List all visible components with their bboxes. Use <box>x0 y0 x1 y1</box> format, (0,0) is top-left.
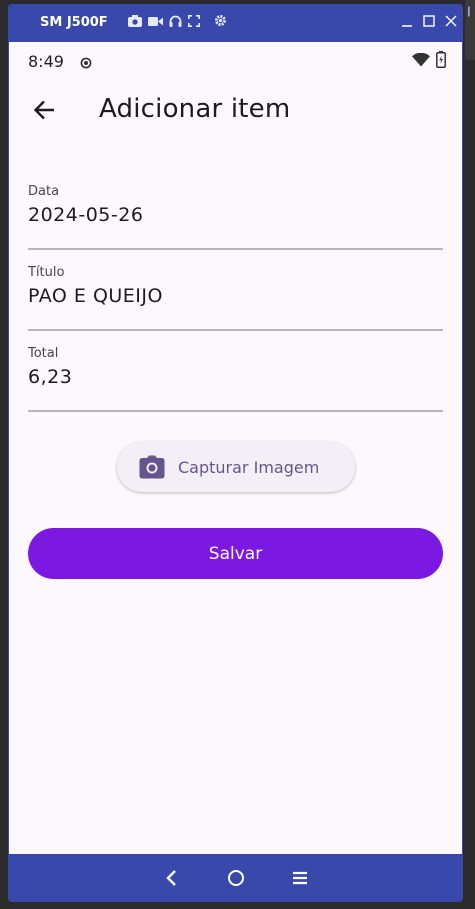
minimize-icon[interactable] <box>401 14 413 32</box>
screenshot-camera-icon[interactable] <box>128 14 142 32</box>
window-controls <box>401 14 457 32</box>
title-label: Título <box>28 265 65 280</box>
page-title: Adicionar item <box>99 94 291 124</box>
status-bar: 8:49 <box>9 42 462 78</box>
status-time: 8:49 <box>28 52 64 71</box>
device-name: SM J500F <box>40 15 108 30</box>
nav-home-icon[interactable] <box>226 868 246 888</box>
maximize-icon[interactable] <box>423 14 435 32</box>
date-field[interactable]: Data <box>28 184 443 250</box>
toolbar-icons <box>128 15 227 31</box>
total-input[interactable] <box>28 366 428 388</box>
wifi-icon <box>412 52 430 72</box>
app-bar: Adicionar item <box>9 78 462 142</box>
title-field[interactable]: Título <box>28 265 443 331</box>
total-field[interactable]: Total <box>28 346 443 412</box>
fullscreen-icon[interactable] <box>188 14 200 32</box>
save-button[interactable]: Salvar <box>28 528 443 579</box>
nav-menu-icon[interactable] <box>290 868 310 888</box>
android-nav-bar <box>8 854 463 902</box>
desktop-strip: ❙❙ <box>456 0 475 60</box>
camera-icon <box>139 455 165 479</box>
title-input[interactable] <box>28 285 428 307</box>
video-record-icon[interactable] <box>148 14 163 32</box>
back-arrow-icon[interactable] <box>31 96 59 124</box>
date-label: Data <box>28 184 60 199</box>
nav-back-icon[interactable] <box>162 868 182 888</box>
date-input[interactable] <box>28 204 428 226</box>
status-right-icons <box>412 51 446 73</box>
headphones-icon[interactable] <box>169 14 182 32</box>
save-button-label: Salvar <box>208 543 263 564</box>
location-icon <box>80 56 92 69</box>
capture-image-button[interactable]: Capturar Imagem <box>117 442 355 492</box>
window-titlebar[interactable]: SM J500F <box>8 4 463 42</box>
emulator-window: SM J500F 8:49 Adicionar item Data 2024-0… <box>8 4 463 902</box>
close-icon[interactable] <box>445 14 457 32</box>
phone-screen: 8:49 Adicionar item Data 2024-05-26 Títu… <box>9 42 462 855</box>
capture-image-label: Capturar Imagem <box>178 457 320 477</box>
gear-icon[interactable] <box>214 14 227 32</box>
battery-icon <box>436 51 446 73</box>
total-label: Total <box>28 346 59 361</box>
